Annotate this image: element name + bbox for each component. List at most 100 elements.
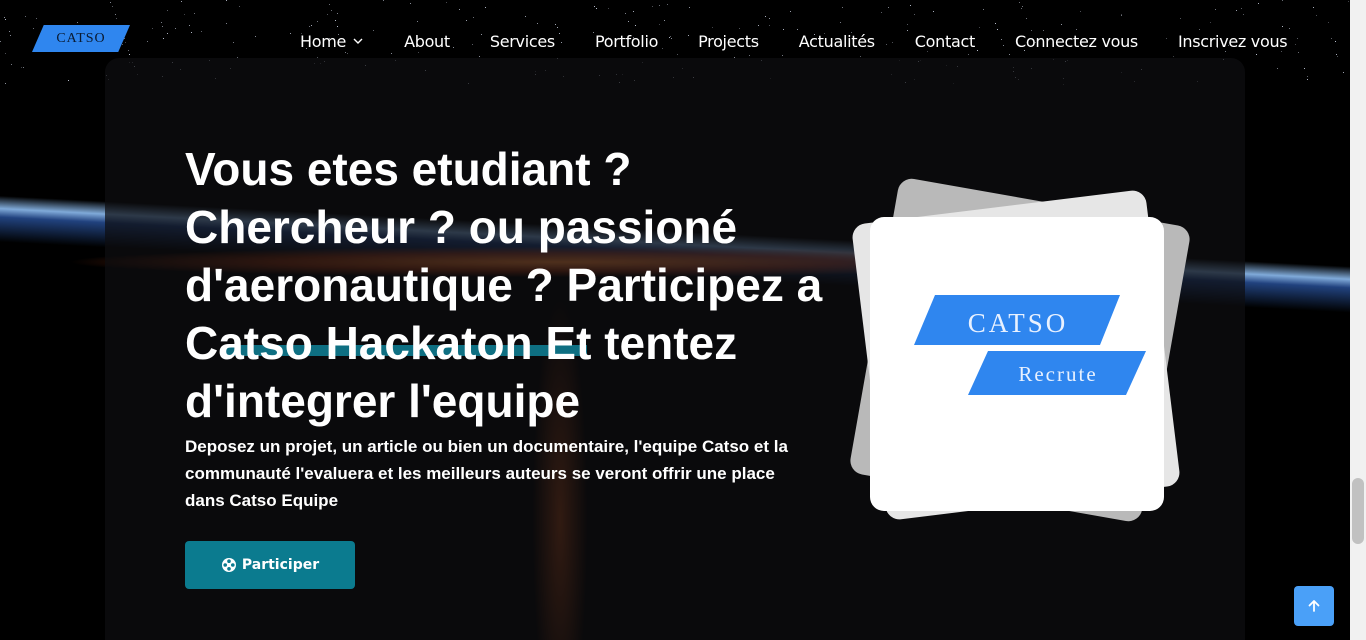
star-dot <box>331 10 333 12</box>
nav-item-home[interactable]: Home <box>300 32 364 51</box>
star-dot <box>32 27 34 29</box>
star-dot <box>194 12 196 14</box>
star-dot <box>4 52 6 54</box>
star-dot <box>5 83 7 85</box>
star-dot <box>446 2 448 4</box>
star-dot <box>127 50 129 52</box>
star-dot <box>1120 15 1122 17</box>
nav-item-actualites[interactable]: Actualités <box>799 32 875 51</box>
star-dot <box>4 19 6 21</box>
nav-item-projects[interactable]: Projects <box>698 32 759 51</box>
star-dot <box>329 4 331 6</box>
star-dot <box>125 42 126 44</box>
star-dot <box>417 20 418 22</box>
hero-subtitle: Deposez un projet, un article ou bien un… <box>185 437 788 510</box>
star-dot <box>859 55 861 57</box>
star-dot <box>238 5 240 7</box>
star-dot <box>1298 51 1300 53</box>
star-dot <box>110 1 112 3</box>
star-dot <box>167 33 169 35</box>
star-dot <box>1289 27 1291 29</box>
star-dot <box>1337 56 1339 57</box>
star-dot <box>1312 7 1314 9</box>
nav-item-register[interactable]: Inscrivez vous <box>1178 32 1288 51</box>
star-dot <box>842 7 844 9</box>
participer-button-label: Participer <box>241 557 320 573</box>
star-dot <box>525 15 527 17</box>
star-dot <box>24 15 26 17</box>
nav-item-login[interactable]: Connectez vous <box>1015 32 1138 51</box>
star-dot <box>1242 14 1244 16</box>
star-dot <box>1240 8 1242 10</box>
star-dot <box>327 14 329 16</box>
star-dot <box>594 6 596 8</box>
star-dot <box>537 23 539 25</box>
star-dot <box>1306 75 1308 77</box>
star-dot <box>334 20 336 22</box>
star-dot <box>676 53 678 55</box>
back-to-top-button[interactable] <box>1294 586 1334 626</box>
star-dot <box>712 26 714 28</box>
recrute-image-card: CATSO Recrute <box>870 217 1164 511</box>
star-dot <box>175 27 177 29</box>
star-dot <box>1296 37 1298 39</box>
star-dot <box>1020 8 1022 10</box>
arrow-up-icon <box>1308 600 1320 612</box>
star-dot <box>1327 22 1329 24</box>
star-dot <box>163 37 165 39</box>
star-dot <box>659 5 661 7</box>
star-dot <box>485 6 487 8</box>
star-dot <box>658 23 660 25</box>
star-dot <box>840 21 842 23</box>
star-dot <box>226 23 227 25</box>
star-dot <box>1179 18 1181 20</box>
logo-top-text: CATSO <box>968 308 1069 338</box>
page-scrollbar[interactable] <box>1350 0 1366 640</box>
star-dot <box>166 9 168 11</box>
star-dot <box>967 54 969 56</box>
star-dot <box>768 18 770 20</box>
star-dot <box>887 6 889 8</box>
star-dot <box>781 54 783 56</box>
star-dot <box>1026 17 1028 19</box>
star-dot <box>114 13 116 15</box>
star-dot <box>790 11 792 13</box>
star-dot <box>20 67 22 69</box>
star-dot <box>1060 23 1062 25</box>
star-dot <box>913 14 915 16</box>
star-dot <box>595 7 597 9</box>
star-dot <box>122 44 124 46</box>
star-dot <box>627 21 629 23</box>
star-dot <box>337 26 339 28</box>
site-logo[interactable]: CATSO <box>32 25 130 52</box>
star-dot <box>147 40 149 42</box>
scrollbar-thumb[interactable] <box>1352 478 1364 544</box>
star-dot <box>310 25 312 27</box>
star-dot <box>995 22 997 24</box>
star-dot <box>337 12 339 14</box>
nav-item-about[interactable]: About <box>404 32 450 51</box>
logo-bottom-text: Recrute <box>1018 362 1097 386</box>
star-dot <box>22 66 24 68</box>
star-dot <box>1236 9 1238 11</box>
star-dot <box>768 24 770 26</box>
star-dot <box>200 30 202 32</box>
star-dot <box>1282 0 1284 2</box>
star-dot <box>1022 5 1024 7</box>
star-dot <box>11 64 13 66</box>
star-dot <box>764 15 766 17</box>
site-logo-text: CATSO <box>56 30 106 46</box>
nav-item-contact[interactable]: Contact <box>915 32 975 51</box>
star-dot <box>111 5 113 7</box>
participer-button[interactable]: Participer <box>185 541 355 589</box>
star-dot <box>1336 53 1338 55</box>
star-dot <box>1277 68 1279 70</box>
nav-item-services[interactable]: Services <box>490 32 555 51</box>
nav-item-portfolio[interactable]: Portfolio <box>595 32 658 51</box>
star-dot <box>1348 1 1350 3</box>
catso-recrute-logo: CATSO Recrute <box>914 295 1146 395</box>
star-dot <box>1281 25 1283 27</box>
star-dot <box>1079 11 1081 13</box>
star-dot <box>554 24 556 26</box>
star-dot <box>688 6 690 8</box>
